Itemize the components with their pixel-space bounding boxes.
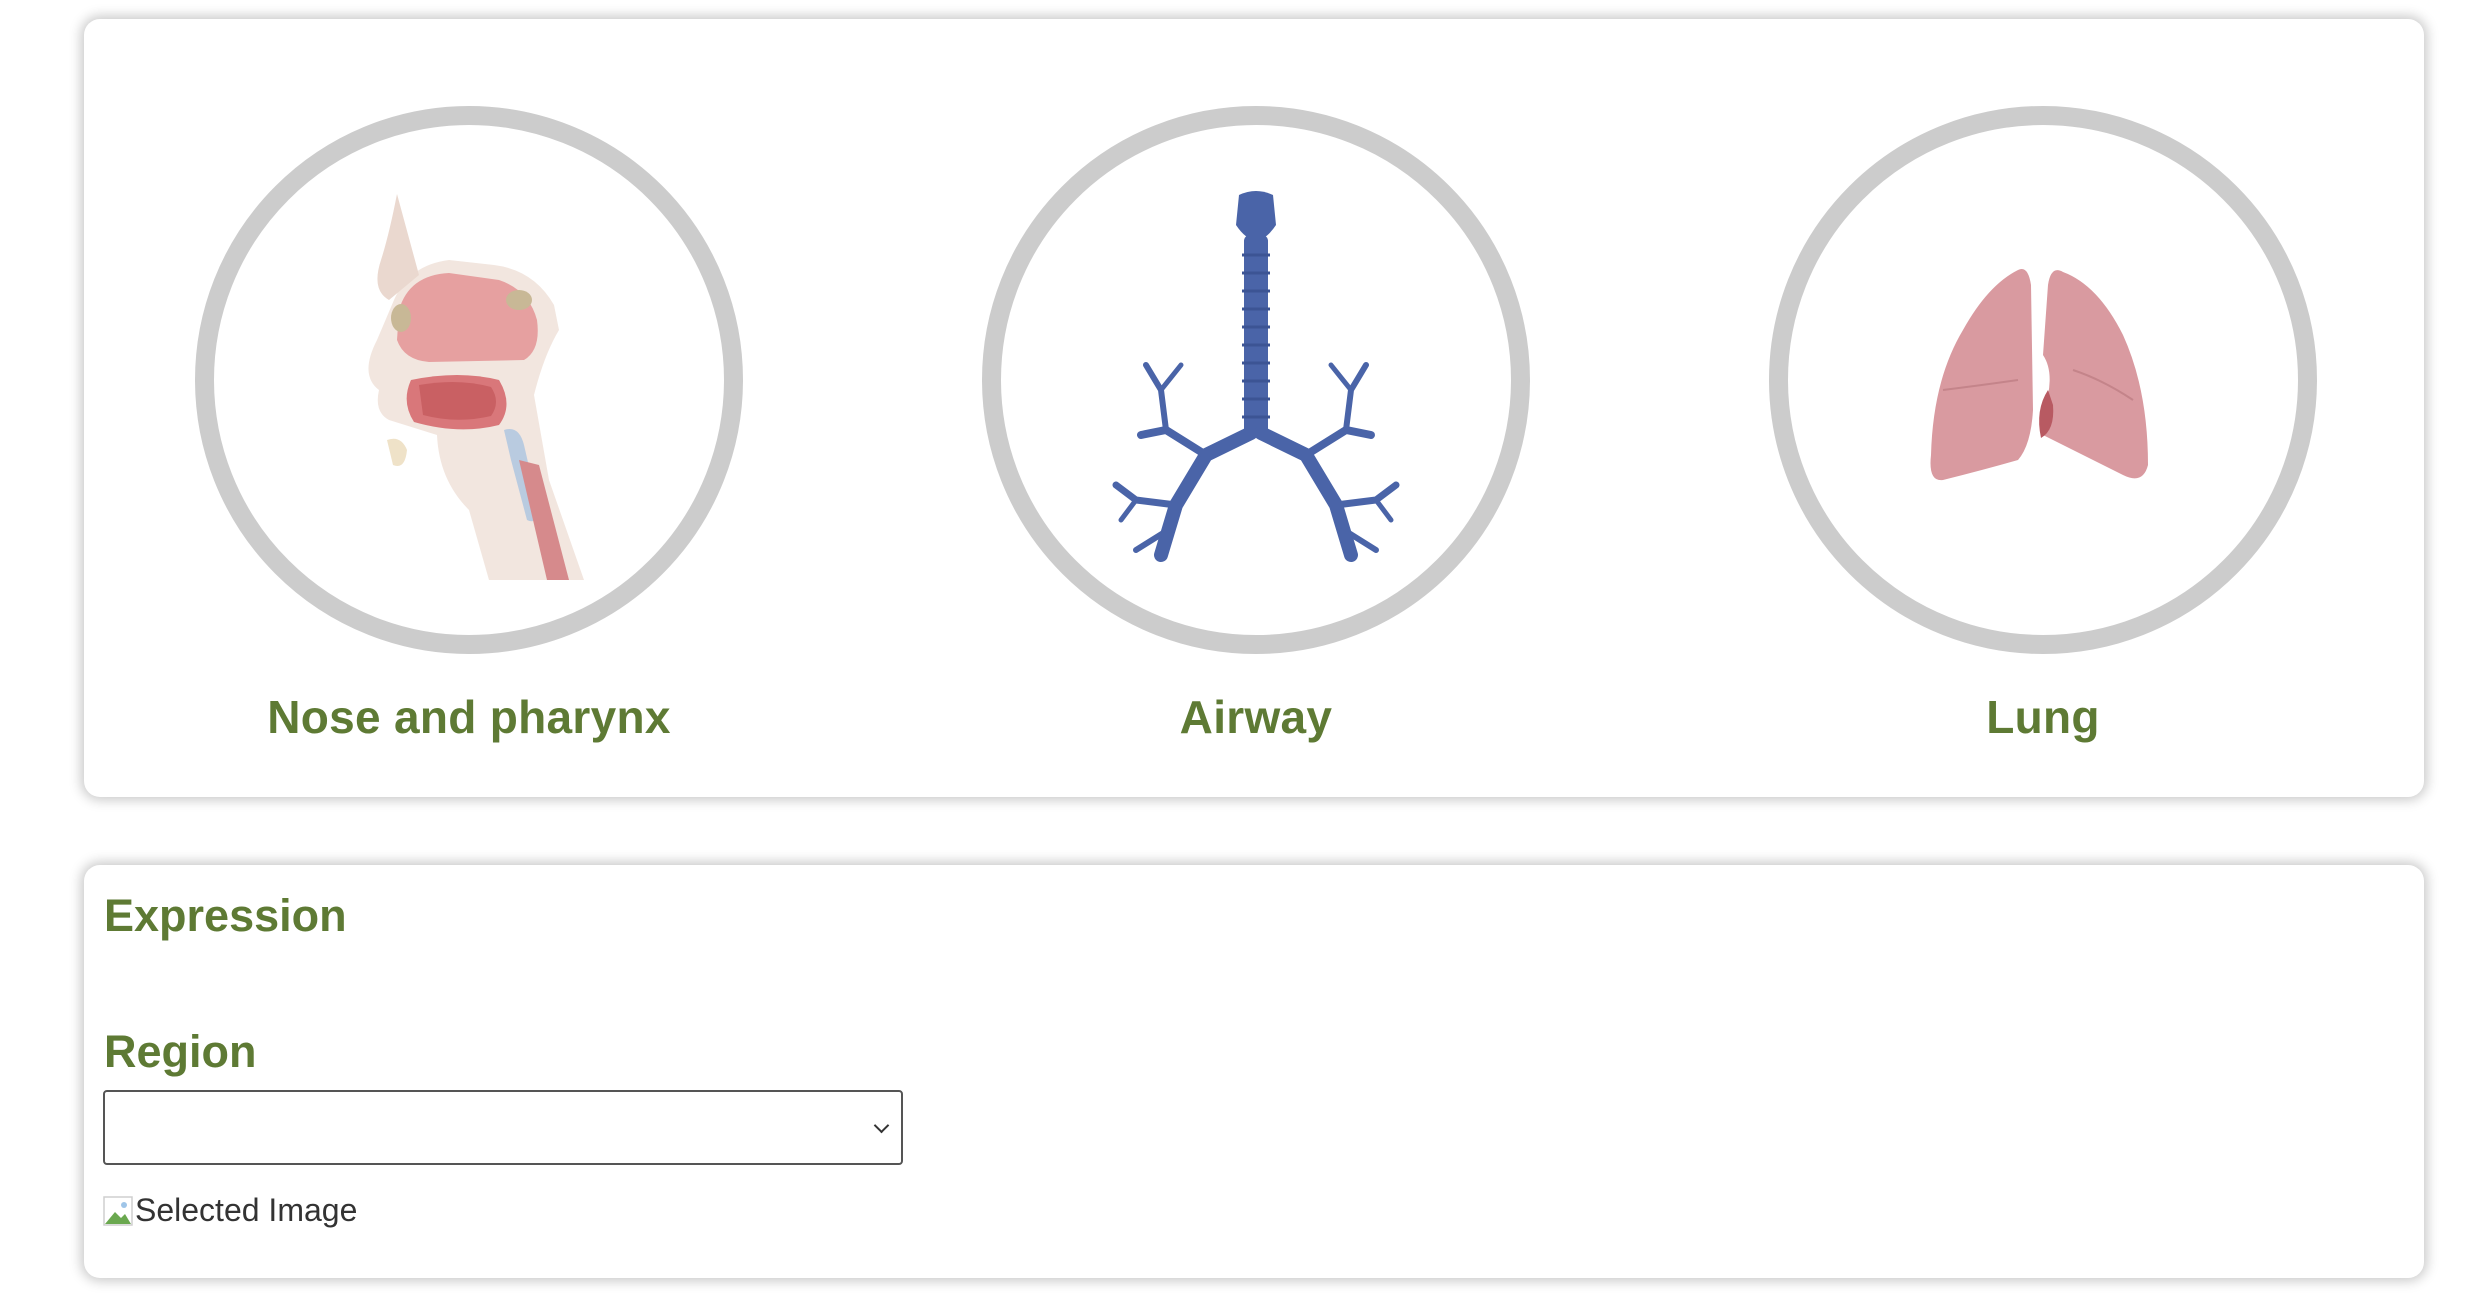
organ-option-lung[interactable]: Lung xyxy=(1769,106,2317,744)
organ-option-nose-pharynx[interactable]: Nose and pharynx xyxy=(195,106,743,744)
chevron-down-icon xyxy=(873,1117,890,1133)
selected-image: Selected Image xyxy=(103,1192,357,1229)
organ-label[interactable]: Nose and pharynx xyxy=(267,690,671,744)
organ-option-airway[interactable]: Airway xyxy=(982,106,1530,744)
region-select[interactable] xyxy=(103,1090,903,1165)
organ-selector-panel: Nose and pharynx Airway Lung xyxy=(84,19,2424,797)
selected-image-alt-text: Selected Image xyxy=(135,1192,358,1228)
organ-label[interactable]: Airway xyxy=(1180,690,1333,744)
organ-label[interactable]: Lung xyxy=(1986,690,2100,744)
airway-bronchial-tree-icon xyxy=(1112,191,1400,562)
lungs-icon xyxy=(1930,269,2148,481)
region-label: Region xyxy=(104,1026,257,1077)
organ-ring[interactable] xyxy=(195,106,743,654)
organ-ring[interactable] xyxy=(1769,106,2317,654)
nose-pharynx-anatomy-icon xyxy=(368,194,584,580)
expression-panel: Expression Region Selected Image xyxy=(84,865,2424,1278)
expression-heading: Expression xyxy=(104,890,347,941)
broken-image-icon xyxy=(103,1195,133,1226)
organ-ring[interactable] xyxy=(982,106,1530,654)
